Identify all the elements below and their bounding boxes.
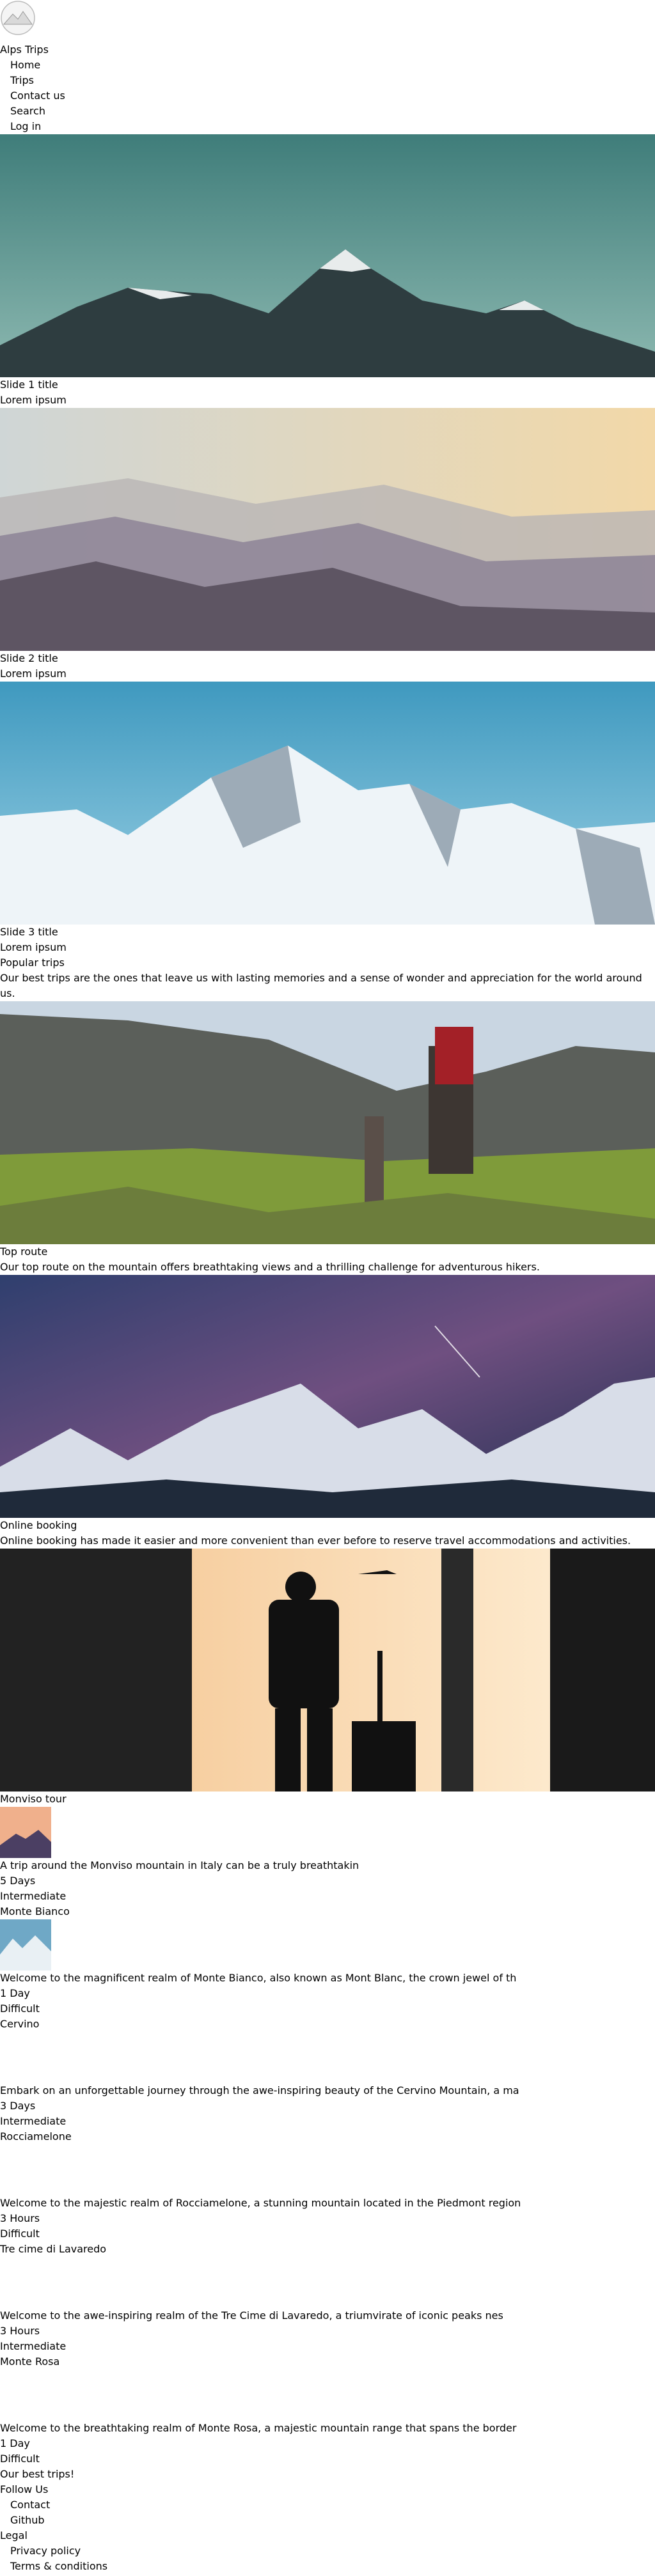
footer-legal-heading: Legal — [0, 2529, 28, 2541]
top-route-title: Top route — [0, 1245, 48, 1258]
mountain-logo-icon[interactable] — [0, 0, 36, 36]
nav-item-login[interactable]: Log in — [10, 119, 655, 134]
footer-follow-links: Contact Github — [0, 2497, 655, 2528]
trip-thumbnail — [0, 2032, 51, 2083]
trip-description: Welcome to the breathtaking realm of Mon… — [0, 2422, 517, 2434]
nav-item-trips[interactable]: Trips — [10, 73, 655, 88]
popular-trips-intro: Our best trips are the ones that leave u… — [0, 972, 642, 999]
main-nav: Home Trips Contact us Search Log in — [0, 58, 655, 134]
monviso-tour-card-title: Monviso tour — [0, 1793, 67, 1805]
trip-duration: 1 Day — [0, 1987, 30, 1999]
slide-3-image — [0, 682, 655, 925]
online-booking-title: Online booking — [0, 1519, 77, 1531]
trip-level: Intermediate — [0, 2115, 67, 2127]
trip-thumbnail — [0, 1807, 51, 1858]
trip-duration: 3 Days — [0, 2100, 36, 2112]
trip-monte-bianco[interactable]: Monte Bianco Welcome to the magnificent … — [0, 1904, 655, 2017]
slide-2-subtitle: Lorem ipsum — [0, 667, 67, 680]
trip-name: Monte Bianco — [0, 1905, 70, 1917]
nav-item-contact[interactable]: Contact us — [10, 88, 655, 104]
nav-item-home[interactable]: Home — [10, 58, 655, 73]
top-route-text: Our top route on the mountain offers bre… — [0, 1261, 540, 1273]
site-header: Alps Trips Home Trips Contact us Search … — [0, 0, 655, 134]
slide-3-subtitle: Lorem ipsum — [0, 941, 67, 953]
trip-level: Difficult — [0, 2453, 40, 2465]
site-title: Alps Trips — [0, 43, 49, 56]
popular-trips-section: Popular trips Our best trips are the one… — [0, 955, 655, 1807]
trip-duration: 1 Day — [0, 2437, 30, 2449]
site-footer: Our best trips! Follow Us Contact Github… — [0, 2467, 655, 2574]
nav-item-search[interactable]: Search — [10, 104, 655, 119]
slide-2-title: Slide 2 title — [0, 652, 58, 664]
trip-cervino[interactable]: Cervino Embark on an unforgettable journ… — [0, 2017, 655, 2129]
trip-name: Tre cime di Lavaredo — [0, 2243, 107, 2255]
trip-description: Welcome to the magnificent realm of Mont… — [0, 1972, 517, 1984]
trip-name: Cervino — [0, 2018, 40, 2030]
trip-duration: 3 Hours — [0, 2325, 40, 2337]
slide-1-subtitle: Lorem ipsum — [0, 394, 67, 406]
trip-description: Welcome to the majestic realm of Rocciam… — [0, 2197, 521, 2209]
trip-tre-cime[interactable]: Tre cime di Lavaredo Welcome to the awe-… — [0, 2242, 655, 2354]
trip-description: Welcome to the awe-inspiring realm of th… — [0, 2309, 503, 2322]
trip-name: Rocciamelone — [0, 2130, 72, 2143]
trip-monviso[interactable]: A trip around the Monviso mountain in It… — [0, 1807, 655, 1904]
trips-list: A trip around the Monviso mountain in It… — [0, 1807, 655, 2467]
slide-1-title: Slide 1 title — [0, 379, 58, 391]
slide-1-image — [0, 134, 655, 377]
trip-level: Intermediate — [0, 2340, 67, 2352]
footer-brand: Our best trips! — [0, 2468, 75, 2480]
trip-rocciamelone[interactable]: Rocciamelone Welcome to the majestic rea… — [0, 2129, 655, 2242]
footer-follow-heading: Follow Us — [0, 2483, 49, 2495]
footer-link-github[interactable]: Github — [10, 2513, 655, 2528]
online-booking-image — [0, 1275, 655, 1518]
footer-legal-links: Privacy policy Terms & conditions — [0, 2543, 655, 2574]
slide-2-image — [0, 408, 655, 651]
hero-carousel: Slide 1 title Lorem ipsum Slide 2 title … — [0, 134, 655, 955]
trip-thumbnail — [0, 1919, 51, 1971]
trip-thumbnail — [0, 2257, 51, 2308]
footer-link-terms[interactable]: Terms & conditions — [10, 2559, 655, 2574]
trip-level: Intermediate — [0, 1890, 67, 1902]
top-route-image — [0, 1001, 655, 1244]
slide-3-title: Slide 3 title — [0, 926, 58, 938]
trip-level: Difficult — [0, 2228, 40, 2240]
trip-level: Difficult — [0, 2002, 40, 2015]
trip-description: A trip around the Monviso mountain in It… — [0, 1859, 359, 1871]
trip-name: Monte Rosa — [0, 2355, 60, 2368]
trip-description: Embark on an unforgettable journey throu… — [0, 2084, 519, 2096]
online-booking-text: Online booking has made it easier and mo… — [0, 1534, 631, 1547]
footer-link-contact[interactable]: Contact — [10, 2497, 655, 2513]
monviso-tour-image — [0, 1549, 655, 1791]
trip-thumbnail — [0, 2144, 51, 2196]
popular-trips-heading: Popular trips — [0, 956, 65, 969]
trip-duration: 5 Days — [0, 1875, 36, 1887]
trip-thumbnail — [0, 2369, 51, 2421]
trip-duration: 3 Hours — [0, 2212, 40, 2224]
footer-link-privacy[interactable]: Privacy policy — [10, 2543, 655, 2559]
trip-monte-rosa[interactable]: Monte Rosa Welcome to the breathtaking r… — [0, 2354, 655, 2467]
